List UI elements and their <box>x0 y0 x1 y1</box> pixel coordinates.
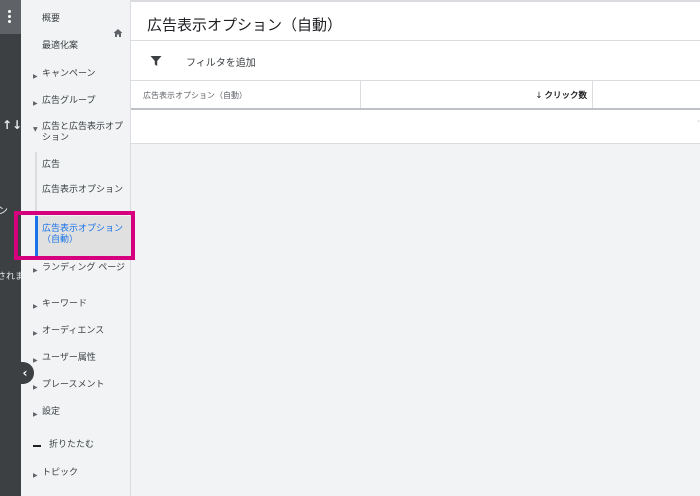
caret-right-icon: ▶ <box>33 384 38 391</box>
page-title: 広告表示オプション（自動） <box>147 16 343 34</box>
sidebar-item-label: ユーザー属性 <box>42 353 96 363</box>
minus-icon <box>33 445 41 447</box>
sidebar-item-label: 設定 <box>42 407 61 417</box>
rail-text-fragment: されま <box>0 272 21 282</box>
sidebar-item-label: ランディング ページ <box>42 263 126 273</box>
caret-right-icon: ▶ <box>33 472 38 479</box>
menu-button[interactable] <box>0 0 21 34</box>
more-vert-icon <box>8 10 12 24</box>
caret-right-icon: ▶ <box>33 330 38 337</box>
caret-right-icon: ▶ <box>33 357 38 364</box>
table-header: 広告表示オプション（自動） ↓ クリック数 <box>131 81 700 110</box>
sidebar-item-label: 広告と広告表示オプション <box>42 122 124 143</box>
sort-icon[interactable]: ↑↓ <box>2 118 21 132</box>
caret-right-icon: ▶ <box>33 267 38 274</box>
column-header-clicks[interactable]: ↓ クリック数 <box>361 81 593 108</box>
caret-right-icon: ▶ <box>33 73 38 80</box>
top-border <box>131 0 700 2</box>
sidebar-item-label: 最適化案 <box>42 41 79 51</box>
sidebar-item-label: キャンペーン <box>42 69 96 79</box>
add-filter-button[interactable]: フィルタを追加 <box>186 54 256 69</box>
sidebar-item-label: キーワード <box>42 299 88 309</box>
filter-icon[interactable] <box>150 55 162 67</box>
highlight-box <box>14 211 135 260</box>
caret-down-icon: ▼ <box>33 126 38 133</box>
sidebar-item-label: 折りたたむ <box>49 440 95 450</box>
table-row <box>131 110 700 144</box>
caret-right-icon: ▶ <box>33 100 38 107</box>
sidebar-item-label: トピック <box>42 468 79 478</box>
sidebar-item-label: プレースメント <box>42 380 105 390</box>
sidebar-item-label: 概要 <box>42 14 61 24</box>
filter-bar: フィルタを追加 <box>131 41 700 81</box>
column-header-label: クリック数 <box>544 91 587 101</box>
rail-text-fragment: ン <box>0 206 8 217</box>
caret-right-icon: ▶ <box>33 303 38 310</box>
arrow-down-icon: ↓ <box>535 91 543 101</box>
sidebar-item-label: 広告 <box>42 160 61 170</box>
sidebar-item-label: オーディエンス <box>42 326 105 336</box>
chevron-left-icon: ‹ <box>22 366 28 380</box>
main-panel: 広告表示オプション（自動） フィルタを追加 広告表示オプション（自動） ↓ クリッ… <box>131 0 700 496</box>
home-icon <box>113 29 123 37</box>
column-header-extension[interactable]: 広告表示オプション（自動） <box>131 81 361 108</box>
sidebar-item-label: 広告表示オプション <box>42 185 124 195</box>
sidebar-item-label: 広告グループ <box>42 96 96 106</box>
caret-right-icon: ▶ <box>33 411 38 418</box>
